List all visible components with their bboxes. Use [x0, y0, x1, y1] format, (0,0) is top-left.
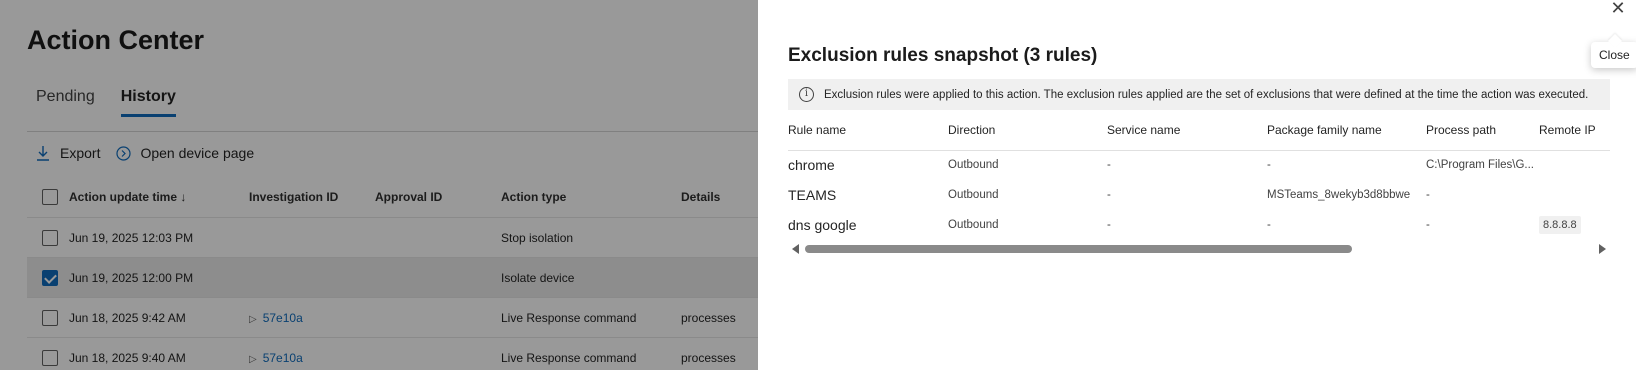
info-icon: i	[799, 87, 814, 102]
info-message-bar: i Exclusion rules were applied to this a…	[788, 79, 1610, 110]
column-header-process-path[interactable]: Process path	[1426, 115, 1496, 151]
panel-title: Exclusion rules snapshot (3 rules)	[788, 45, 1098, 66]
rule-service: -	[1107, 219, 1111, 231]
rule-name: TEAMS	[788, 187, 837, 203]
close-tooltip: Close	[1591, 42, 1636, 68]
column-header-direction[interactable]: Direction	[948, 115, 995, 151]
rule-package: -	[1267, 219, 1271, 231]
rule-package: MSTeams_8wekyb3d8bbwe	[1267, 189, 1411, 201]
column-header-service-name[interactable]: Service name	[1107, 115, 1180, 151]
scroll-left-arrow-icon[interactable]	[792, 244, 799, 254]
rule-service: -	[1107, 159, 1111, 171]
rule-path: -	[1426, 189, 1430, 201]
rule-package: -	[1267, 159, 1271, 171]
close-button[interactable]: ✕	[1608, 0, 1628, 18]
column-header-remote-ip[interactable]: Remote IP	[1539, 115, 1596, 151]
header-divider	[788, 150, 1610, 151]
rules-table: Rule name Direction Service name Package…	[788, 115, 1610, 235]
rule-direction: Outbound	[948, 159, 999, 171]
info-text: Exclusion rules were applied to this act…	[824, 88, 1589, 101]
scrollbar-thumb[interactable]	[805, 245, 1352, 253]
exclusion-rules-panel: ✕ Close Exclusion rules snapshot (3 rule…	[758, 0, 1636, 370]
rule-service: -	[1107, 189, 1111, 201]
scroll-right-arrow-icon[interactable]	[1599, 244, 1606, 254]
column-header-rule-name[interactable]: Rule name	[788, 115, 846, 151]
horizontal-scrollbar[interactable]	[788, 242, 1610, 256]
close-icon: ✕	[1610, 0, 1626, 18]
rule-direction: Outbound	[948, 189, 999, 201]
rule-path: C:\Program Files\G...	[1426, 159, 1534, 171]
rule-direction: Outbound	[948, 219, 999, 231]
rule-remote-ip: 8.8.8.8	[1539, 216, 1581, 234]
modal-overlay[interactable]	[0, 0, 760, 370]
rule-path: -	[1426, 219, 1430, 231]
rule-name: dns google	[788, 217, 857, 233]
rule-name: chrome	[788, 157, 835, 173]
column-header-package-family[interactable]: Package family name	[1267, 115, 1382, 151]
